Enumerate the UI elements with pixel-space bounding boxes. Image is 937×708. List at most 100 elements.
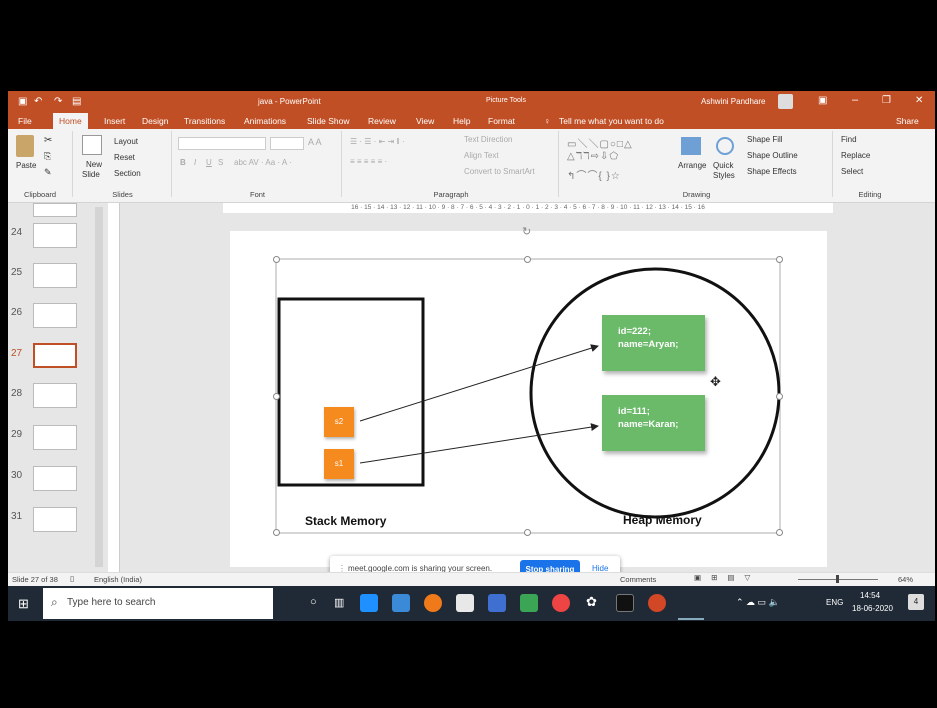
heap-object-karan[interactable]: id=111; name=Karan; bbox=[602, 395, 705, 451]
replace-button[interactable]: Replace bbox=[841, 151, 870, 160]
windows-start-icon[interactable]: ⊞ bbox=[18, 596, 29, 612]
tab-animations[interactable]: Animations bbox=[244, 116, 286, 126]
resize-handle[interactable] bbox=[524, 256, 531, 263]
tab-design[interactable]: Design bbox=[142, 116, 168, 126]
bullets-icons[interactable]: ☰ · ☰ · ⇤ ⇥ ‖ · bbox=[350, 137, 405, 146]
tab-file[interactable]: File bbox=[18, 116, 32, 126]
slide-thumbnail[interactable] bbox=[33, 203, 77, 217]
spellcheck-icon[interactable]: ▯ bbox=[70, 574, 74, 583]
find-button[interactable]: Find bbox=[841, 135, 857, 144]
slide-thumbnail[interactable] bbox=[33, 425, 77, 450]
tab-format[interactable]: Format bbox=[488, 116, 515, 126]
shapes-gallery[interactable]: ▭＼＼▢○□△ bbox=[567, 135, 633, 150]
tab-slide-show[interactable]: Slide Show bbox=[307, 116, 350, 126]
resize-handle[interactable] bbox=[776, 256, 783, 263]
slide-thumbnail-selected[interactable] bbox=[33, 343, 77, 368]
thumbnail-scrollbar[interactable] bbox=[95, 207, 103, 567]
reset-button[interactable]: Reset bbox=[114, 153, 135, 162]
cortana-icon[interactable]: ○ bbox=[310, 596, 317, 608]
shapes-gallery-2[interactable]: △ℸℸ⇨⇩⬠ bbox=[567, 151, 619, 162]
slide-thumbnail[interactable] bbox=[33, 466, 77, 491]
new-slide-icon[interactable] bbox=[82, 135, 102, 155]
clock-time[interactable]: 14:54 bbox=[860, 591, 880, 600]
new-slide-button-2[interactable]: Slide bbox=[82, 170, 100, 179]
resize-handle[interactable] bbox=[524, 529, 531, 536]
bold-button[interactable]: B bbox=[180, 158, 186, 167]
slide-thumbnails-panel[interactable]: 24 25 26 27 28 29 30 31 bbox=[8, 203, 108, 572]
input-language[interactable]: ENG bbox=[826, 598, 843, 607]
font-size-dropdown[interactable] bbox=[270, 137, 304, 150]
settings-icon[interactable]: ✿ bbox=[586, 594, 597, 610]
shape-outline-button[interactable]: Shape Outline bbox=[747, 151, 798, 160]
tab-insert[interactable]: Insert bbox=[104, 116, 125, 126]
shape-fill-button[interactable]: Shape Fill bbox=[747, 135, 783, 144]
comments-button[interactable]: Comments bbox=[620, 575, 656, 584]
slide-thumbnail[interactable] bbox=[33, 383, 77, 408]
shadow-button[interactable]: S bbox=[218, 158, 223, 167]
quick-styles-button[interactable]: Quick bbox=[713, 161, 733, 170]
select-button[interactable]: Select bbox=[841, 167, 863, 176]
minimize-icon[interactable]: – bbox=[852, 94, 858, 106]
section-button[interactable]: Section bbox=[114, 169, 141, 178]
avatar[interactable] bbox=[778, 94, 793, 109]
slide-thumbnail[interactable] bbox=[33, 263, 77, 288]
italic-button[interactable]: I bbox=[194, 158, 196, 167]
align-icons[interactable]: ≡ ≡ ≡ ≡ ≡ · bbox=[350, 157, 387, 166]
resize-handle[interactable] bbox=[273, 393, 280, 400]
excel-icon[interactable] bbox=[520, 594, 538, 612]
cut-icon[interactable]: ✂ bbox=[44, 135, 52, 146]
ribbon-display-icon[interactable]: ▣ bbox=[818, 95, 827, 106]
new-slide-button[interactable]: New bbox=[86, 160, 102, 169]
tab-review[interactable]: Review bbox=[368, 116, 396, 126]
save-icon[interactable]: ▣ bbox=[18, 96, 27, 107]
paste-icon[interactable] bbox=[16, 135, 34, 157]
paste-button[interactable]: Paste bbox=[16, 161, 36, 170]
tell-me-search[interactable]: Tell me what you want to do bbox=[559, 116, 664, 126]
align-text-button[interactable]: Align Text bbox=[464, 151, 499, 160]
share-button[interactable]: Share bbox=[896, 116, 919, 126]
arrange-button[interactable]: Arrange bbox=[678, 161, 706, 170]
store-icon[interactable] bbox=[456, 594, 474, 612]
task-view-icon[interactable]: ▥ bbox=[334, 596, 344, 609]
shapes-gallery-3[interactable]: ↰⌒⌒{ }☆ bbox=[567, 167, 621, 182]
quick-styles-icon[interactable] bbox=[716, 137, 734, 155]
notification-icon[interactable]: 4 bbox=[908, 594, 924, 610]
zoom-slider-thumb[interactable] bbox=[836, 575, 839, 583]
user-name[interactable]: Ashwini Pandhare bbox=[701, 97, 765, 106]
quick-styles-button-2[interactable]: Styles bbox=[713, 171, 735, 180]
chrome-icon[interactable] bbox=[552, 594, 570, 612]
clock-date[interactable]: 18-06-2020 bbox=[852, 604, 893, 613]
shape-effects-button[interactable]: Shape Effects bbox=[747, 167, 797, 176]
underline-button[interactable]: U bbox=[206, 158, 212, 167]
powerpoint-icon[interactable] bbox=[648, 594, 666, 612]
slide-thumbnail[interactable] bbox=[33, 303, 77, 328]
tab-home[interactable]: Home bbox=[53, 113, 88, 129]
terminal-icon[interactable] bbox=[616, 594, 634, 612]
mail-icon[interactable] bbox=[392, 594, 410, 612]
language-status[interactable]: English (India) bbox=[94, 575, 142, 584]
layout-button[interactable]: Layout bbox=[114, 137, 138, 146]
undo-icon[interactable]: ↶ bbox=[34, 96, 42, 107]
view-buttons[interactable]: ▣⊞▤▽ bbox=[694, 573, 760, 582]
resize-handle[interactable] bbox=[273, 256, 280, 263]
resize-handle[interactable] bbox=[273, 529, 280, 536]
resize-handle[interactable] bbox=[776, 393, 783, 400]
arrange-icon[interactable] bbox=[681, 137, 701, 155]
maximize-icon[interactable]: ❐ bbox=[882, 95, 891, 106]
copy-icon[interactable]: ⎘ bbox=[44, 151, 51, 162]
s2-reference-box[interactable]: s2 bbox=[324, 407, 354, 437]
tab-view[interactable]: View bbox=[416, 116, 434, 126]
format-painter-icon[interactable]: ✎ bbox=[44, 167, 52, 178]
font-misc-icons[interactable]: abc AV · Aa · A · bbox=[234, 158, 292, 167]
slide-canvas[interactable]: ↻ s2 s1 id=222; name=Aryan; id=111; name… bbox=[230, 226, 827, 567]
s1-reference-box[interactable]: s1 bbox=[324, 449, 354, 479]
firefox-icon[interactable] bbox=[424, 594, 442, 612]
slide-thumbnail[interactable] bbox=[33, 507, 77, 532]
zoom-level[interactable]: 64% bbox=[898, 575, 913, 584]
calendar-icon[interactable] bbox=[488, 594, 506, 612]
smartart-button[interactable]: Convert to SmartArt bbox=[464, 167, 535, 176]
system-tray-icons[interactable]: ⌃ ☁ ▭ 🔈 bbox=[736, 597, 780, 608]
present-icon[interactable]: ▤ bbox=[72, 96, 81, 107]
close-icon[interactable]: ✕ bbox=[915, 95, 923, 106]
tab-transitions[interactable]: Transitions bbox=[184, 116, 225, 126]
